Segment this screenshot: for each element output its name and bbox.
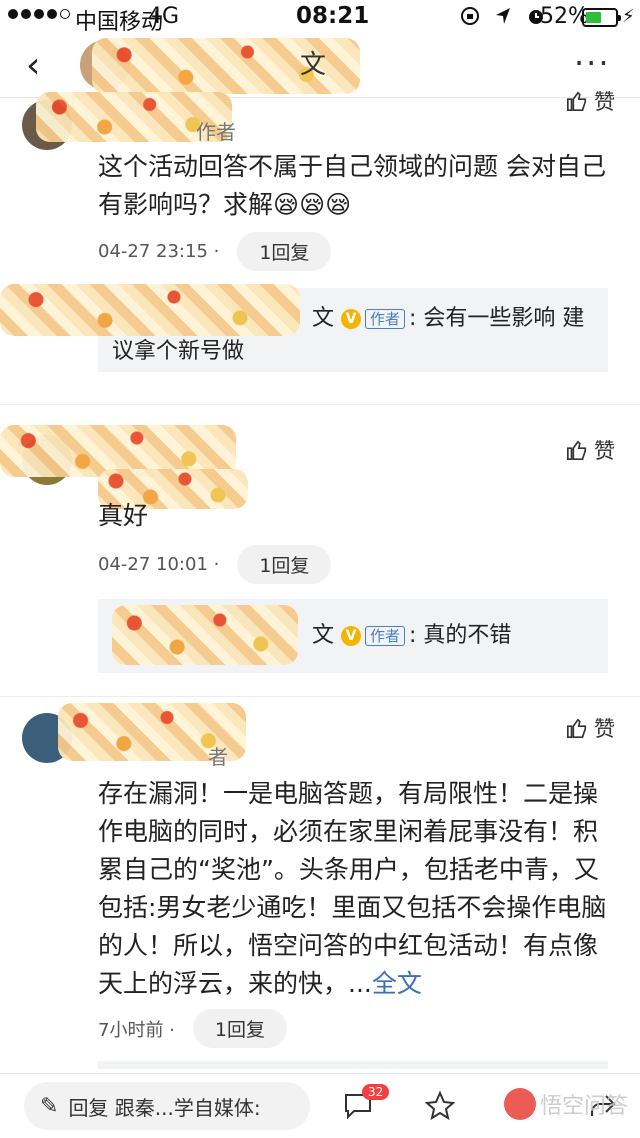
reply-count-button[interactable]: 1回复	[237, 232, 332, 271]
comment-meta: 04-27 23:15 · 1回复	[98, 232, 332, 271]
status-bar: 中国移动 4G 08:21 52% ⚡	[0, 0, 640, 36]
reply-text: : 真的不错	[409, 623, 512, 648]
like-button[interactable]: 赞	[566, 713, 615, 743]
comment-text: 这个活动回答不属于自己领域的问题 会对自己有影响吗？求解😪😪😪	[98, 152, 606, 219]
signal-strength-icon	[8, 9, 70, 19]
pencil-icon: ✎	[40, 1093, 59, 1119]
comment-meta: 04-27 10:01 · 1回复	[98, 545, 332, 584]
author-tag: 作者	[365, 309, 406, 329]
comment-meta: 7小时前 · 1回复	[98, 1009, 287, 1048]
comment-time: 7小时前 ·	[98, 1019, 175, 1041]
watermark-text: 悟空问答	[540, 1094, 629, 1119]
like-label: 赞	[594, 90, 615, 114]
more-options-button[interactable]: ···	[574, 44, 611, 82]
watermark: 悟空问答	[504, 1088, 628, 1120]
favorite-button[interactable]	[422, 1088, 458, 1124]
like-label: 赞	[594, 439, 615, 463]
reply-count-button[interactable]: 1回复	[237, 545, 332, 584]
thumbs-up-icon	[567, 91, 587, 111]
comment-item: 作者 赞 这个活动回答不属于自己领域的问题 会对自己有影响吗？求解😪😪😪 04-…	[0, 90, 640, 404]
author-role-label: 作者	[196, 120, 236, 144]
verified-badge-icon: V	[341, 626, 362, 646]
thumbs-up-icon	[567, 440, 587, 460]
comment-count-badge: 32	[362, 1084, 390, 1100]
status-icons	[460, 6, 546, 26]
author-tag: 作者	[365, 626, 406, 646]
verified-badge-icon: V	[341, 309, 362, 329]
clock: 08:21	[296, 3, 370, 29]
reply-placeholder: 回复 跟秦...学自媒体:	[68, 1095, 261, 1120]
like-button[interactable]: 赞	[566, 435, 615, 465]
author-role-label: 者	[208, 745, 228, 769]
bottom-bar: ✎ 回复 跟秦...学自媒体: 32 悟空问答	[0, 1073, 640, 1138]
comment-text: 真好	[98, 501, 149, 530]
reply-preview-partial	[98, 1061, 608, 1069]
comment-time: 04-27 23:15 ·	[98, 241, 220, 262]
reply-count-button[interactable]: 1回复	[192, 1009, 287, 1048]
comment-item: 者 赞 存在漏洞！一是电脑答题，有局限性！二是操作电脑的同时，必须在家里闲着屁事…	[0, 697, 640, 1069]
top-nav: ‹ 文 ···	[0, 36, 640, 98]
comment-time: 04-27 10:01 ·	[98, 554, 220, 575]
like-button[interactable]: 赞	[566, 86, 615, 116]
charging-icon: ⚡	[622, 6, 635, 27]
obscured-reply-name	[0, 284, 300, 336]
reply-author-name: 文	[312, 306, 335, 331]
reply-input[interactable]: ✎ 回复 跟秦...学自媒体:	[24, 1082, 310, 1130]
obscured-reply-name	[112, 605, 298, 665]
comment-text: 存在漏洞！一是电脑答题，有局限性！二是操作电脑的同时，必须在家里闲着屁事没有！积…	[98, 775, 610, 1003]
full-text-link[interactable]: 全文	[372, 969, 422, 998]
wukong-logo-icon	[504, 1088, 536, 1120]
network-type: 4G	[148, 4, 180, 29]
lock-rotation-icon	[461, 7, 479, 25]
comment-item: 赞 真好 04-27 10:01 · 1回复 文 V 作者: 真的不错	[0, 405, 640, 705]
location-icon	[496, 8, 510, 24]
page-title: 文	[300, 50, 327, 80]
comment-text-body: 存在漏洞！一是电脑答题，有局限性！二是操作电脑的同时，必须在家里闲着屁事没有！积…	[98, 779, 607, 998]
battery-level	[586, 12, 601, 23]
battery-icon	[582, 8, 621, 27]
thumbs-up-icon	[567, 718, 587, 738]
like-label: 赞	[594, 717, 615, 741]
reply-author-name: 文	[312, 623, 335, 648]
star-icon	[424, 1090, 456, 1121]
back-button[interactable]: ‹	[26, 48, 40, 84]
